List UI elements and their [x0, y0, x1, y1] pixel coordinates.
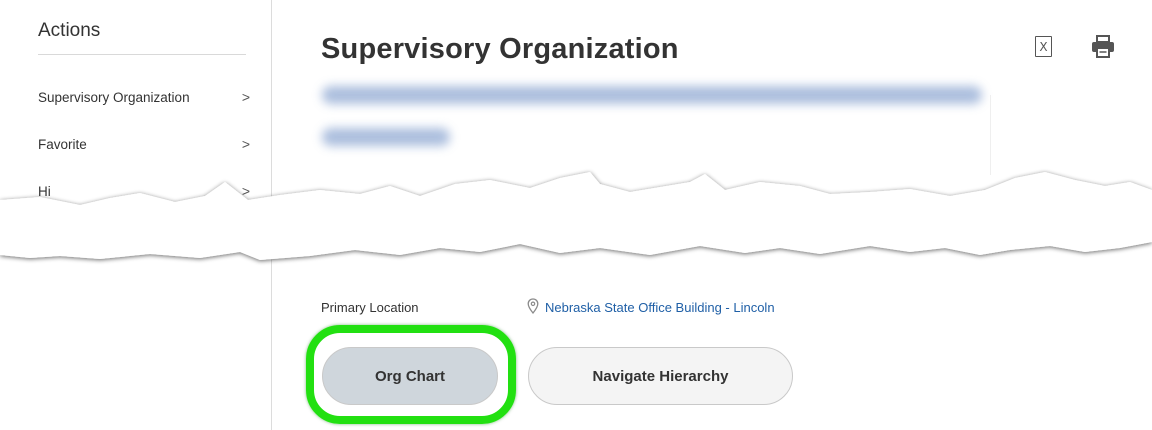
chevron-right-icon: >: [241, 136, 250, 152]
org-chart-button[interactable]: Org Chart: [322, 347, 498, 405]
navigate-hierarchy-button[interactable]: Navigate Hierarchy: [528, 347, 793, 405]
excel-export-icon[interactable]: X: [1035, 36, 1052, 57]
sidebar-item-supervisory-organization[interactable]: Supervisory Organization >: [38, 86, 250, 108]
primary-location-link[interactable]: Nebraska State Office Building - Lincoln: [545, 300, 775, 315]
actions-divider: [38, 54, 246, 55]
actions-title: Actions: [38, 20, 101, 41]
blurred-organization-name: [322, 128, 450, 146]
sidebar-item-favorite[interactable]: Favorite >: [38, 133, 250, 155]
print-icon[interactable]: [1090, 35, 1116, 59]
page-title: Supervisory Organization: [321, 33, 679, 65]
sidebar-item-label: Supervisory Organization: [38, 89, 190, 105]
primary-location-label: Primary Location: [321, 300, 419, 315]
chevron-right-icon: >: [241, 89, 250, 105]
blurred-organization-name: [322, 86, 982, 104]
torn-edge-separator: [0, 172, 1152, 260]
sidebar-item-label: Favorite: [38, 136, 87, 152]
location-pin-icon: [527, 298, 539, 314]
